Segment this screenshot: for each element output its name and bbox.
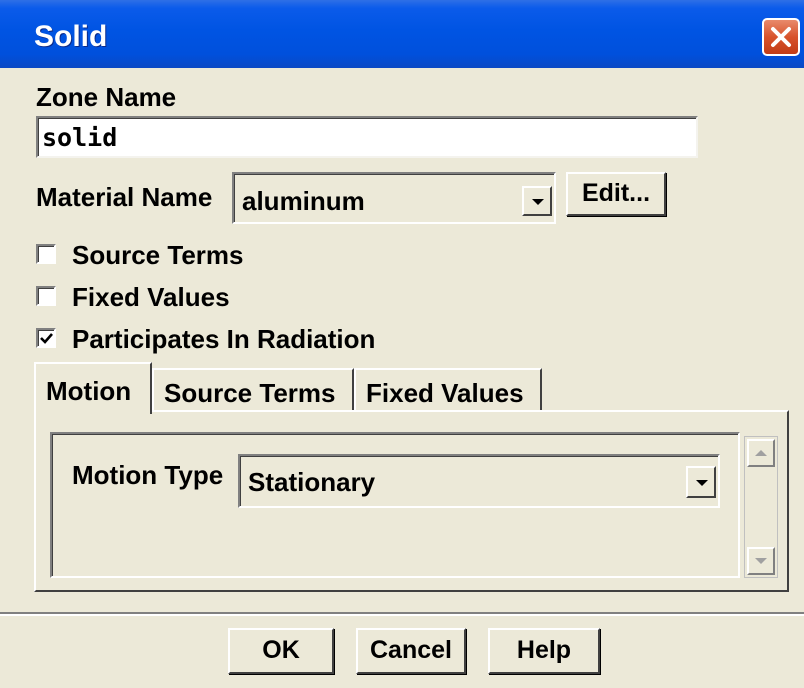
scroll-up-button[interactable] <box>747 439 775 467</box>
motion-type-dropdown[interactable]: Stationary <box>238 454 720 508</box>
tab-source-terms[interactable]: Source Terms <box>152 368 354 412</box>
fixed-values-label: Fixed Values <box>72 282 230 312</box>
motion-type-dropdown-button[interactable] <box>686 466 716 498</box>
tab-fixed-values[interactable]: Fixed Values <box>354 368 542 412</box>
zone-name-label: Zone Name <box>36 82 177 112</box>
solid-dialog: Solid Zone Name solid Material Name alum… <box>0 0 804 688</box>
material-dropdown-button[interactable] <box>522 186 552 216</box>
title-bar[interactable]: Solid <box>0 0 804 68</box>
material-name-dropdown[interactable]: aluminum <box>232 172 556 224</box>
help-button[interactable]: Help <box>488 628 600 674</box>
source-terms-label: Source Terms <box>72 240 244 270</box>
material-name-label: Material Name <box>36 182 213 212</box>
window-title: Solid <box>34 20 108 53</box>
footer-separator <box>0 612 804 616</box>
ok-button[interactable]: OK <box>228 628 334 674</box>
participates-in-radiation-label: Participates In Radiation <box>72 324 376 354</box>
motion-type-label: Motion Type <box>72 460 224 490</box>
motion-type-value: Stationary <box>248 467 376 497</box>
edit-material-button[interactable]: Edit... <box>566 172 666 216</box>
participates-in-radiation-checkbox[interactable] <box>36 328 56 348</box>
cancel-button[interactable]: Cancel <box>356 628 466 674</box>
fixed-values-checkbox[interactable] <box>36 286 56 306</box>
tab-motion[interactable]: Motion <box>34 362 152 414</box>
material-name-value: aluminum <box>242 186 365 216</box>
close-button[interactable] <box>762 18 800 56</box>
zone-name-input[interactable]: solid <box>36 116 698 158</box>
scroll-down-button[interactable] <box>747 547 775 575</box>
source-terms-checkbox[interactable] <box>36 244 56 264</box>
panel-scrollbar[interactable] <box>744 436 778 578</box>
